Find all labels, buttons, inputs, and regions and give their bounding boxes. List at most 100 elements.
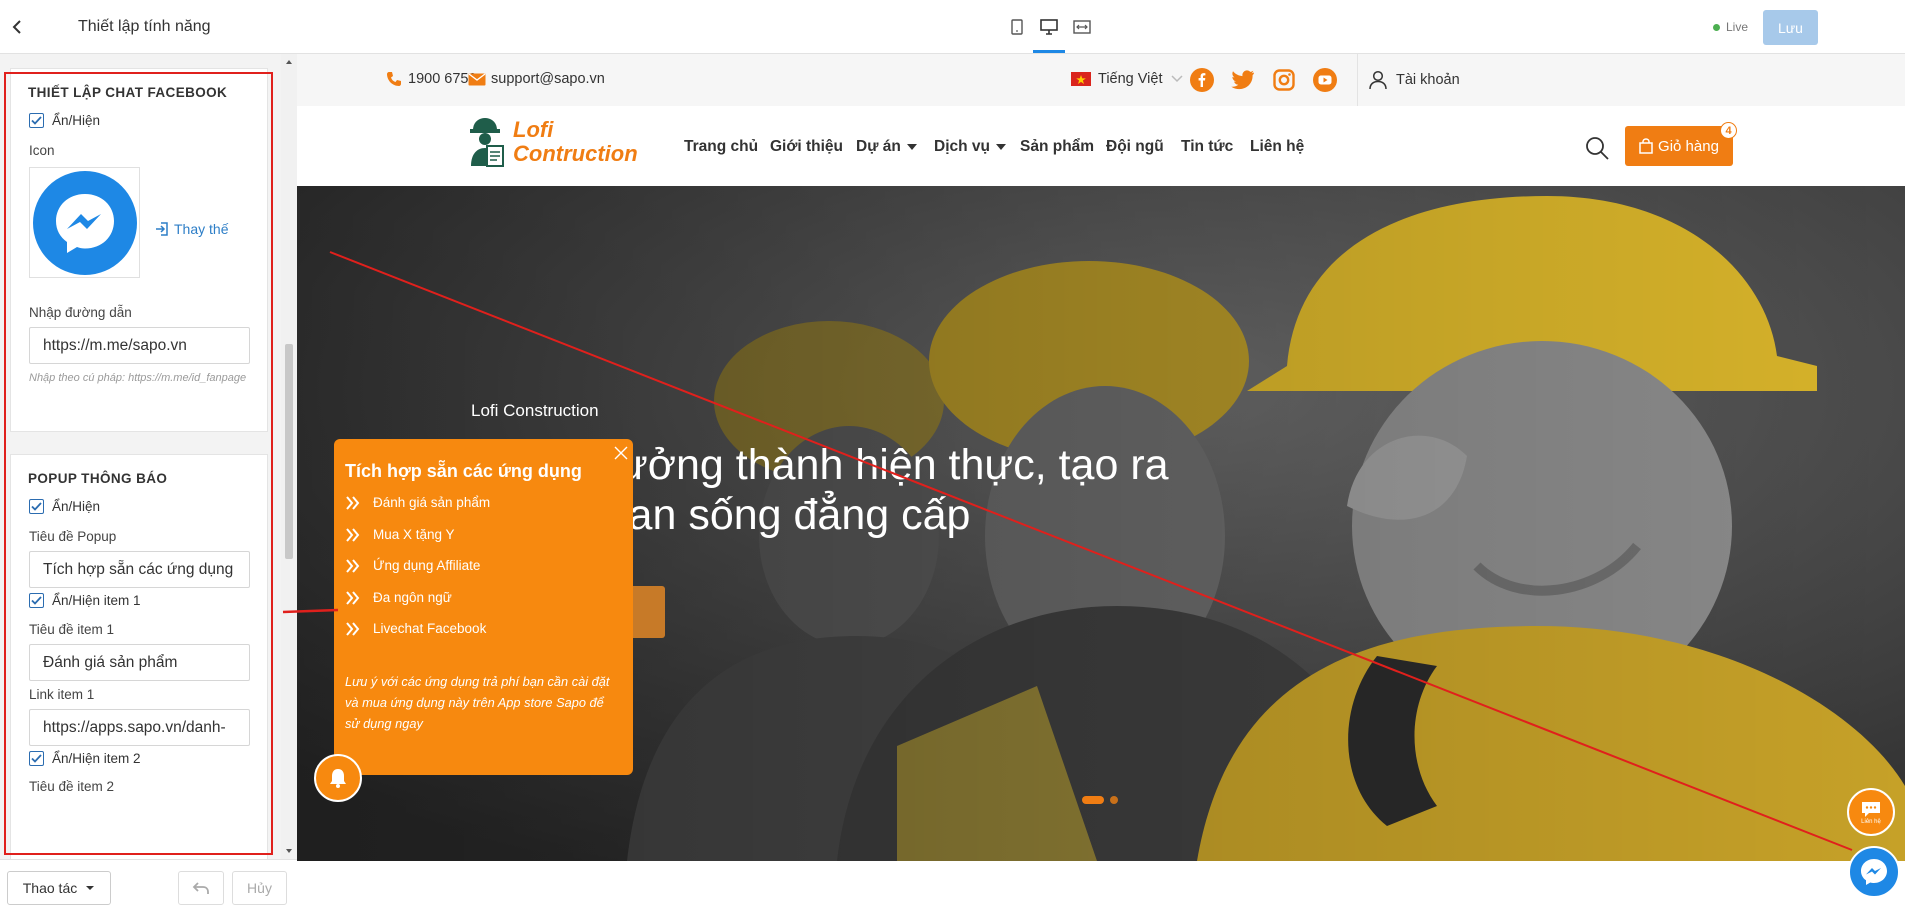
nav-home[interactable]: Trang chủ	[684, 138, 758, 156]
messenger-chat-button[interactable]	[1848, 846, 1900, 898]
replace-icon	[156, 222, 168, 236]
panel-footer: Thao tác Hủy	[0, 859, 297, 913]
instagram-link[interactable]	[1272, 68, 1296, 92]
scroll-up-icon[interactable]	[281, 56, 297, 68]
popup-title: Tích hợp sẵn các ứng dụng	[345, 461, 582, 481]
item2-show-label: Ẩn/Hiện item 2	[52, 751, 141, 766]
caret-down-icon	[906, 144, 917, 150]
nav-contact[interactable]: Liên hệ	[1250, 138, 1304, 156]
facebook-link-input[interactable]: https://m.me/sapo.vn	[29, 327, 250, 364]
logo-text: Lofi Contruction	[513, 118, 638, 166]
popup-close-button[interactable]	[613, 445, 629, 461]
slider-dots	[1082, 796, 1118, 804]
popup-item[interactable]: Livechat Facebook	[345, 621, 486, 636]
slider-dot[interactable]	[1110, 796, 1118, 804]
instagram-icon	[1273, 69, 1295, 91]
panel-scrollbar[interactable]	[281, 54, 297, 859]
item1-link-input[interactable]: https://apps.sapo.vn/danh-	[29, 709, 250, 746]
popup-show-checkbox[interactable]: Ẩn/Hiện	[29, 499, 100, 514]
cart-button[interactable]: Giỏ hàng 4	[1625, 122, 1737, 166]
caret-down-icon	[86, 886, 95, 890]
search-button[interactable]	[1585, 136, 1609, 165]
youtube-icon	[1313, 68, 1337, 92]
nav-services[interactable]: Dịch vụ	[934, 138, 1006, 156]
site-logo[interactable]: Lofi Contruction	[467, 116, 638, 168]
fullwidth-view-button[interactable]	[1071, 16, 1093, 38]
fullwidth-icon	[1073, 20, 1091, 34]
nav-products[interactable]: Sản phẩm	[1020, 138, 1094, 156]
double-chevron-icon	[346, 527, 360, 542]
cancel-button[interactable]: Hủy	[232, 871, 287, 905]
facebook-section-title: THIẾT LẬP CHAT FACEBOOK	[28, 85, 228, 100]
email-contact[interactable]: support@sapo.vn	[468, 71, 605, 87]
chevron-down-icon	[1170, 75, 1183, 83]
phone-contact[interactable]: 1900 6750	[386, 71, 477, 87]
double-chevron-icon	[346, 621, 360, 636]
twitter-link[interactable]	[1231, 68, 1255, 92]
facebook-link[interactable]	[1190, 68, 1214, 92]
popup-title-input[interactable]: Tích hợp sẵn các ứng dụng	[29, 551, 250, 588]
facebook-show-label: Ẩn/Hiện	[52, 113, 101, 128]
site-topbar: 1900 6750 support@sapo.vn Tiếng Việt Tài…	[297, 54, 1905, 106]
nav-team[interactable]: Đội ngũ	[1106, 138, 1164, 156]
item1-title-input[interactable]: Đánh giá sản phẩm	[29, 644, 250, 681]
email-text: support@sapo.vn	[491, 71, 605, 87]
hero-heading-line1: ưởng thành hiện thực, tạo ra	[619, 441, 1169, 489]
caret-down-icon	[995, 144, 1006, 150]
youtube-link[interactable]	[1313, 68, 1337, 92]
twitter-icon	[1231, 70, 1254, 90]
popup-item-label: Đa ngôn ngữ	[373, 590, 452, 605]
mobile-view-button[interactable]	[1006, 16, 1028, 38]
replace-icon-button[interactable]: Thay thế	[155, 221, 228, 237]
popup-item[interactable]: Mua X tặng Y	[345, 527, 455, 542]
messenger-icon	[32, 170, 137, 275]
editor-topbar: Live Lưu	[297, 0, 1905, 54]
check-icon	[29, 593, 44, 608]
cart-count-badge: 4	[1720, 122, 1737, 139]
phone-icon	[387, 72, 401, 86]
popup-notification: Tích hợp sẵn các ứng dụng Đánh giá sản p…	[334, 439, 633, 775]
language-selector[interactable]: Tiếng Việt	[1071, 71, 1183, 87]
popup-notification-section: POPUP THÔNG BÁO Ẩn/Hiện Tiêu đề Popup Tí…	[10, 454, 268, 859]
hero-subtitle: Lofi Construction	[471, 401, 599, 420]
messenger-icon	[1861, 859, 1887, 885]
nav-projects[interactable]: Dự án	[856, 138, 917, 156]
item1-title-label: Tiêu đề item 1	[29, 622, 115, 637]
popup-item[interactable]: Ứng dụng Affiliate	[345, 558, 480, 573]
desktop-view-button[interactable]	[1038, 16, 1060, 38]
slider-dot-active[interactable]	[1082, 796, 1104, 804]
save-button[interactable]: Lưu	[1763, 10, 1818, 45]
contact-label: Liên hệ	[1861, 818, 1881, 825]
popup-title-label: Tiêu đề Popup	[29, 529, 117, 544]
nav-news[interactable]: Tin tức	[1181, 138, 1233, 156]
logo-line1: Lofi	[513, 117, 554, 142]
back-button[interactable]	[0, 0, 34, 54]
chat-icon	[1862, 801, 1880, 817]
site-below-hero	[297, 861, 1905, 913]
contact-button[interactable]: Liên hệ	[1847, 788, 1895, 836]
nav-about[interactable]: Giới thiệu	[770, 138, 843, 156]
panel-header: Thiết lập tính năng	[0, 0, 297, 54]
live-dot	[1713, 23, 1720, 31]
popup-item[interactable]: Đánh giá sản phẩm	[345, 495, 490, 510]
check-icon	[29, 499, 44, 514]
bell-icon	[330, 769, 346, 788]
popup-note: Lưu ý với các ứng dụng trả phí bạn cần c…	[345, 674, 610, 731]
icon-preview	[29, 167, 140, 278]
popup-bell-button[interactable]	[314, 754, 362, 802]
actions-dropdown[interactable]: Thao tác	[7, 871, 111, 905]
double-chevron-icon	[346, 495, 360, 510]
undo-button[interactable]	[178, 871, 224, 905]
item1-link-label: Link item 1	[29, 687, 95, 702]
scroll-thumb[interactable]	[285, 344, 293, 559]
popup-item-label: Đánh giá sản phẩm	[373, 495, 491, 510]
item2-show-checkbox[interactable]: Ẩn/Hiện item 2	[29, 751, 141, 766]
facebook-show-checkbox[interactable]: Ẩn/Hiện	[29, 113, 100, 128]
popup-item[interactable]: Đa ngôn ngữ	[345, 590, 452, 605]
double-chevron-icon	[346, 558, 360, 573]
live-status: Live	[1713, 20, 1748, 34]
scroll-down-icon[interactable]	[281, 845, 297, 857]
account-link[interactable]: Tài khoản	[1357, 54, 1460, 106]
popup-item-label: Ứng dụng Affiliate	[373, 558, 481, 573]
item1-show-checkbox[interactable]: Ẩn/Hiện item 1	[29, 593, 141, 608]
